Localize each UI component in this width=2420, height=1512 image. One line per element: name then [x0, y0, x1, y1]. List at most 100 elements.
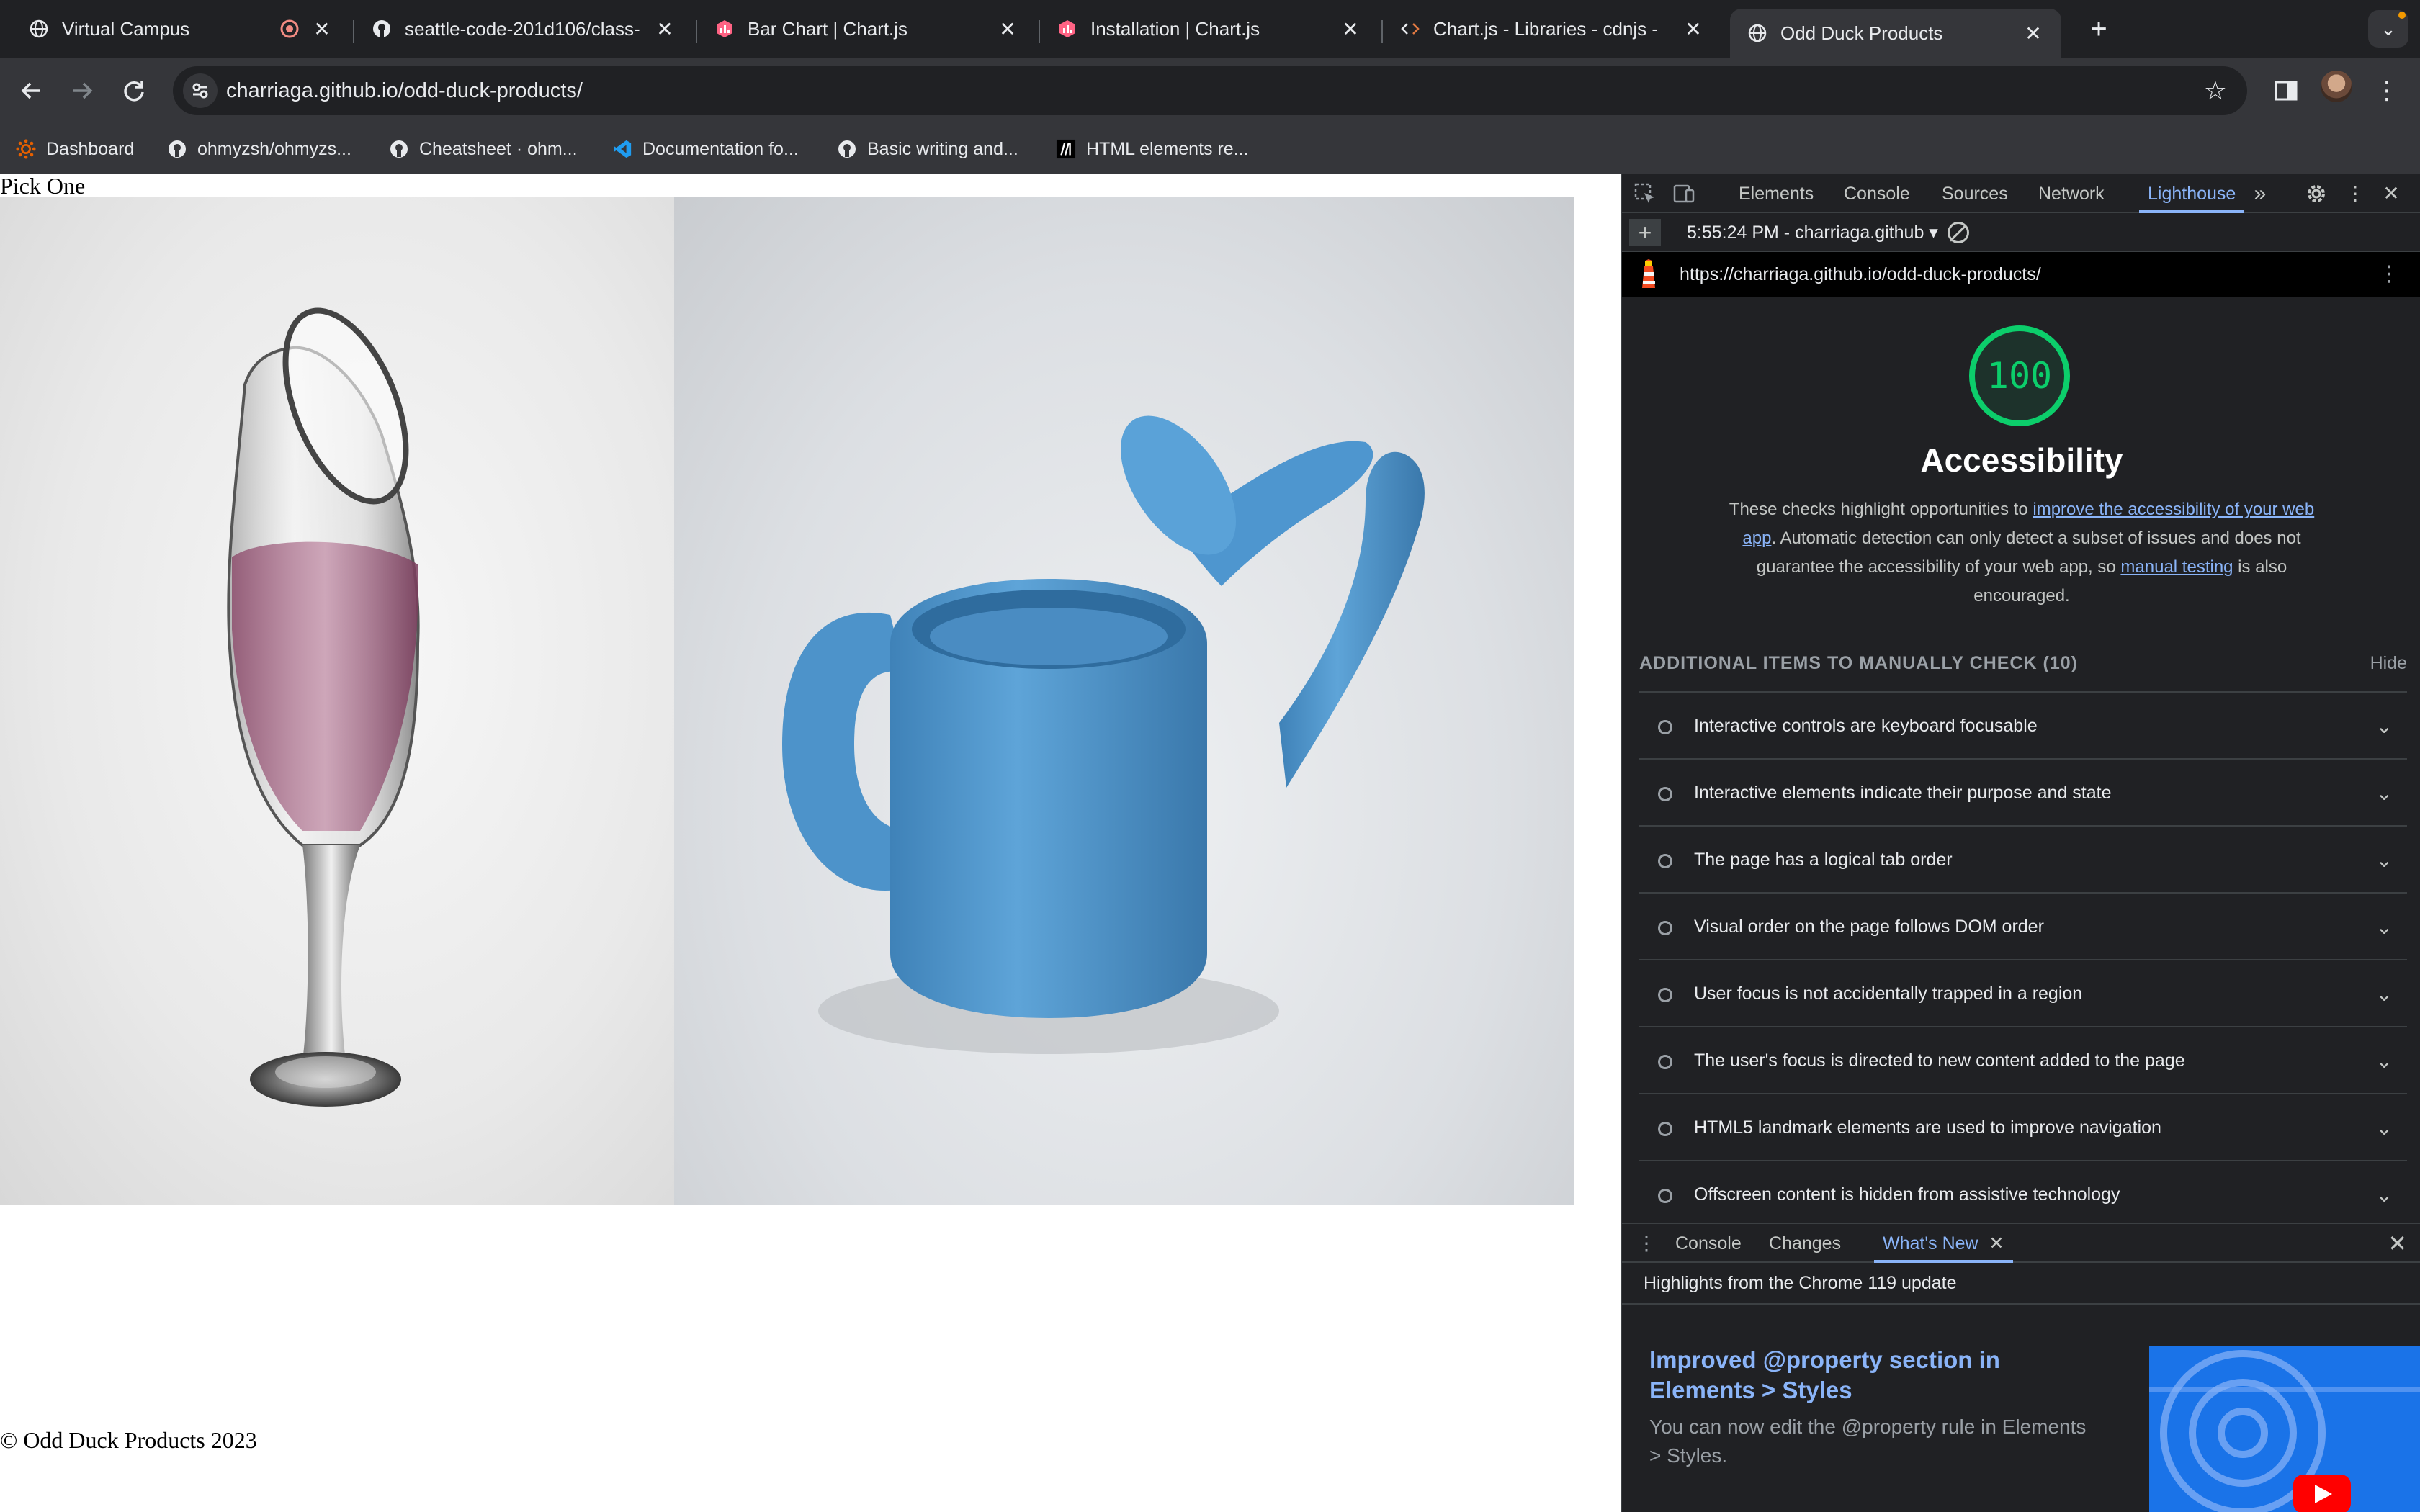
- devtools-tab-lighthouse[interactable]: Lighthouse: [2139, 174, 2245, 213]
- devtools-menu-icon[interactable]: ⋮: [2342, 181, 2368, 206]
- chevron-down-icon: ⌄: [2375, 983, 2393, 1005]
- side-panel-icon: [2275, 81, 2298, 101]
- new-tab-button[interactable]: +: [2080, 13, 2118, 45]
- mdn-icon: [1056, 139, 1076, 159]
- audit-title: Interactive controls are keyboard focusa…: [1694, 716, 2038, 736]
- drawer-tab-changes[interactable]: Changes: [1769, 1224, 1841, 1263]
- bookmark-documentation[interactable]: Documentation fo...: [612, 134, 799, 164]
- devtools-tab-console[interactable]: Console: [1844, 174, 1910, 213]
- tab-seattle-code[interactable]: seattle-code-201d106/class- ✕: [354, 9, 693, 49]
- tab-installation[interactable]: Installation | Chart.js ✕: [1040, 9, 1379, 49]
- audit-item[interactable]: Interactive elements indicate their purp…: [1639, 758, 2407, 825]
- lighthouse-report: 100 Accessibility These checks highlight…: [1622, 297, 2420, 1218]
- close-devtools-icon[interactable]: ✕: [2378, 181, 2404, 206]
- report-url: https://charriaga.github.io/odd-duck-pro…: [1680, 264, 2041, 284]
- audit-item[interactable]: The user's focus is directed to new cont…: [1639, 1026, 2407, 1093]
- product-image-wine-glass[interactable]: [0, 197, 674, 1205]
- github-icon: [167, 139, 187, 159]
- close-tab-icon[interactable]: ✕: [1340, 17, 1361, 41]
- audit-item[interactable]: Interactive controls are keyboard focusa…: [1639, 691, 2407, 758]
- profile-avatar[interactable]: [2321, 71, 2352, 102]
- close-tab-icon[interactable]: ✕: [311, 17, 333, 41]
- back-button[interactable]: [13, 72, 50, 109]
- tab-title: Bar Chart | Chart.js: [748, 17, 908, 40]
- devtools-tab-sources[interactable]: Sources: [1942, 174, 2008, 213]
- canvas-icon: [16, 139, 36, 159]
- close-tab-icon[interactable]: ✕: [1989, 1233, 2004, 1254]
- chevron-down-icon: ⌄: [2375, 1184, 2393, 1206]
- notification-dot: [2398, 12, 2406, 19]
- tab-cdnjs[interactable]: Chart.js - Libraries - cdnjs - ✕: [1383, 9, 1721, 49]
- side-panel-button[interactable]: [2267, 72, 2305, 109]
- bookmark-basic-writing[interactable]: Basic writing and...: [837, 134, 1018, 164]
- tab-virtual-campus[interactable]: Virtual Campus ✕: [12, 9, 350, 49]
- audit-item[interactable]: Visual order on the page follows DOM ord…: [1639, 892, 2407, 959]
- report-selector-label: 5:55:24 PM - charriaga.github: [1687, 222, 1924, 243]
- tab-search-button[interactable]: ⌄: [2368, 10, 2408, 48]
- lighthouse-logo-icon: [1642, 259, 1655, 288]
- bookmark-ohmyzsh[interactable]: ohmyzsh/ohmyzs...: [167, 134, 351, 164]
- manual-testing-link[interactable]: manual testing: [2120, 557, 2233, 577]
- tab-title: Installation | Chart.js: [1090, 17, 1260, 40]
- feature-video-thumbnail[interactable]: [2149, 1346, 2420, 1512]
- drawer-tab-whats-new[interactable]: What's New ✕: [1874, 1224, 2013, 1263]
- page-viewport: Pick One © Odd Duck Products 2023: [0, 174, 1621, 1512]
- close-tab-icon[interactable]: ✕: [997, 17, 1018, 41]
- inspect-element-icon[interactable]: [1632, 181, 1658, 206]
- drawer-menu-icon[interactable]: ⋮: [1636, 1224, 1657, 1263]
- reload-button[interactable]: [115, 72, 153, 109]
- audit-item[interactable]: User focus is not accidentally trapped i…: [1639, 959, 2407, 1026]
- audit-status-icon: [1658, 988, 1672, 1002]
- site-info-icon[interactable]: [183, 73, 218, 108]
- bookmark-cheatsheet[interactable]: Cheatsheet · ohm...: [389, 134, 578, 164]
- settings-gear-icon[interactable]: [2303, 181, 2329, 206]
- audit-item[interactable]: The page has a logical tab order ⌄: [1639, 825, 2407, 892]
- tab-odd-duck-products[interactable]: Odd Duck Products ✕: [1730, 9, 2061, 58]
- arrow-left-icon: [21, 82, 40, 99]
- bookmark-label: Basic writing and...: [867, 138, 1018, 159]
- bookmark-label: HTML elements re...: [1086, 138, 1249, 159]
- hide-button[interactable]: Hide: [2370, 647, 2407, 680]
- audit-item[interactable]: Offscreen content is hidden from assisti…: [1639, 1160, 2407, 1218]
- close-tab-icon[interactable]: ✕: [2022, 22, 2044, 45]
- chrome-devtools-thumbnail-icon: [2149, 1346, 2420, 1512]
- chevron-down-icon: ⌄: [2375, 916, 2393, 938]
- devtools-tab-network[interactable]: Network: [2038, 174, 2105, 213]
- clear-reports-icon[interactable]: [1948, 222, 1969, 243]
- report-menu-icon[interactable]: ⋮: [2378, 252, 2400, 297]
- audit-list: Interactive controls are keyboard focusa…: [1639, 691, 2407, 1218]
- audit-title: Visual order on the page follows DOM ord…: [1694, 917, 2044, 937]
- close-tab-icon[interactable]: ✕: [654, 17, 676, 41]
- close-drawer-icon[interactable]: ✕: [2388, 1224, 2407, 1263]
- description-text: These checks highlight opportunities to: [1729, 500, 2033, 519]
- address-bar[interactable]: charriaga.github.io/odd-duck-products/ ☆: [173, 66, 2247, 115]
- tab-bar-chart[interactable]: Bar Chart | Chart.js ✕: [697, 9, 1036, 49]
- audit-status-icon: [1658, 720, 1672, 734]
- audit-item[interactable]: HTML5 landmark elements are used to impr…: [1639, 1093, 2407, 1160]
- drawer-tab-console[interactable]: Console: [1675, 1224, 1742, 1263]
- forward-button[interactable]: [63, 72, 101, 109]
- new-report-button[interactable]: +: [1629, 219, 1661, 246]
- more-tabs-icon[interactable]: »: [2247, 181, 2273, 206]
- product-image-watering-can[interactable]: [674, 197, 1574, 1205]
- bookmark-html-elements[interactable]: HTML elements re...: [1056, 134, 1249, 164]
- browser-menu-icon[interactable]: ⋮: [2372, 72, 2401, 109]
- globe-icon: [1747, 23, 1767, 43]
- manual-check-header[interactable]: ADDITIONAL ITEMS TO MANUALLY CHECK (10) …: [1639, 647, 2407, 680]
- lighthouse-report-bar: + 5:55:24 PM - charriaga.github ▾: [1622, 213, 2420, 252]
- device-toolbar-icon[interactable]: [1671, 181, 1697, 206]
- close-tab-icon[interactable]: ✕: [1682, 17, 1704, 41]
- feature-title-link[interactable]: Improved @property section in Elements >…: [1649, 1345, 2096, 1405]
- lighthouse-url-bar: https://charriaga.github.io/odd-duck-pro…: [1622, 252, 2420, 297]
- audit-status-icon: [1658, 1189, 1672, 1203]
- tab-title: Odd Duck Products: [1780, 22, 1943, 44]
- divider: [1622, 1303, 2420, 1305]
- bookmark-dashboard[interactable]: Dashboard: [16, 134, 134, 164]
- bookmark-star-icon[interactable]: ☆: [2204, 66, 2227, 115]
- report-selector[interactable]: 5:55:24 PM - charriaga.github ▾: [1687, 213, 1938, 252]
- devtools-tab-bar: Elements Console Sources Network Lightho…: [1622, 174, 2420, 213]
- audit-title: HTML5 landmark elements are used to impr…: [1694, 1117, 2161, 1138]
- chartjs-icon: [1057, 19, 1077, 39]
- watering-can-product-image: [782, 415, 1425, 1054]
- devtools-tab-elements[interactable]: Elements: [1739, 174, 1814, 213]
